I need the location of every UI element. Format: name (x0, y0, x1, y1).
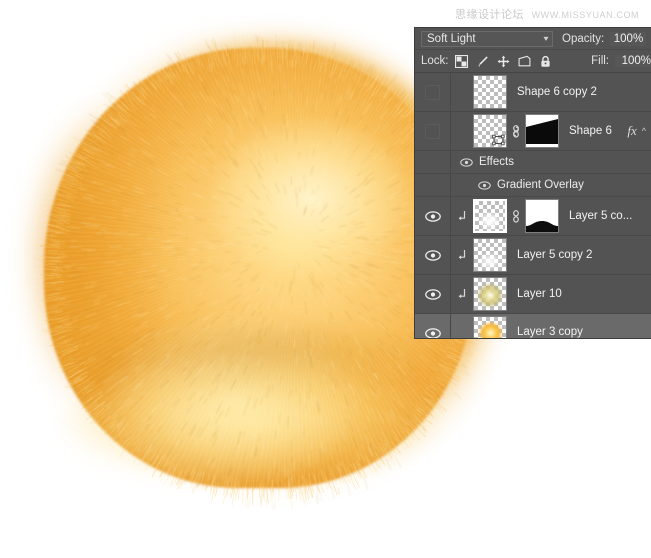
layer-thumbnail[interactable] (473, 199, 507, 233)
chevron-down-icon: ▾ (543, 34, 549, 43)
layer-row-layer-10[interactable]: Layer 10 (415, 275, 651, 314)
watermark-text: 思缘设计论坛 (455, 9, 524, 21)
chevron-up-icon[interactable]: ^ (642, 126, 646, 136)
eye-icon[interactable] (424, 249, 441, 261)
watermark: 思缘设计论坛 WWW.MISSYUAN.COM (455, 6, 639, 22)
effects-label[interactable]: Effects (479, 156, 514, 168)
eye-icon[interactable] (460, 157, 473, 167)
layer-fx-indicator[interactable]: fx ^ (627, 123, 651, 139)
layer-thumbnail[interactable] (473, 316, 507, 338)
clipping-arrow-icon (458, 289, 465, 299)
effects-eye-cell (415, 151, 451, 173)
blend-opacity-row: Soft Light ▾ Opacity: 100% (415, 28, 651, 50)
layer-thumbnail[interactable] (473, 75, 507, 109)
lock-fill-row: Lock: Fill: 100% (415, 50, 651, 73)
mask-link-icon[interactable] (510, 209, 522, 224)
clipping-mask-indicator (451, 249, 473, 261)
layer-name-layer-3-copy[interactable]: Layer 3 copy (517, 326, 583, 338)
layer-list[interactable]: Shape 6 copy 2 Shape 6 fx ^ Effects Grad… (415, 73, 651, 338)
layer-thumbnail[interactable] (473, 277, 507, 311)
layer-thumbnail[interactable] (473, 238, 507, 272)
fill-value[interactable]: 100% (615, 55, 651, 67)
opacity-label: Opacity: (562, 32, 605, 45)
visibility-toggle-layer-5-copy[interactable] (415, 197, 451, 235)
layer-name-layer-5-copy-2[interactable]: Layer 5 copy 2 (517, 249, 592, 261)
mask-gradient-preview (526, 115, 558, 147)
layer-mask-thumbnail[interactable] (525, 199, 559, 233)
watermark-url: WWW.MISSYUAN.COM (531, 10, 640, 20)
layer-name-layer-10[interactable]: Layer 10 (517, 288, 562, 300)
layer-name-shape-6[interactable]: Shape 6 (569, 125, 612, 137)
clipping-arrow-icon (458, 211, 465, 221)
mask-link-icon[interactable] (510, 124, 522, 139)
screenshot-canvas: 思缘设计论坛 WWW.MISSYUAN.COM Soft Light ▾ Opa… (0, 0, 651, 558)
thumbnail-content (474, 278, 506, 310)
visibility-toggle-shape-6-copy-2[interactable] (415, 73, 451, 111)
gradient-overlay-label[interactable]: Gradient Overlay (497, 179, 584, 191)
eye-icon[interactable] (424, 327, 441, 339)
clipping-mask-indicator (451, 288, 473, 300)
eye-hidden-icon (425, 123, 440, 139)
clipping-arrow-icon (458, 250, 465, 260)
thumbnail-content (475, 201, 505, 231)
position-lock-icon[interactable] (497, 55, 510, 68)
eye-icon[interactable] (424, 288, 441, 300)
layer-effect-gradient-overlay-row[interactable]: Gradient Overlay (415, 174, 651, 197)
layer-effects-group-row[interactable]: Effects (415, 151, 651, 174)
layer-row-shape-6-copy-2[interactable]: Shape 6 copy 2 (415, 73, 651, 112)
image-lock-icon[interactable] (476, 55, 489, 68)
blend-mode-select[interactable]: Soft Light ▾ (421, 30, 553, 47)
fx-icon[interactable]: fx (627, 123, 636, 139)
lock-all-icon[interactable] (539, 55, 552, 68)
visibility-toggle-layer-10[interactable] (415, 275, 451, 313)
lock-label: Lock: (421, 55, 449, 67)
gradient-overlay-eye-cell (415, 174, 451, 196)
mask-hill-preview (526, 200, 558, 232)
eye-icon[interactable] (424, 210, 441, 222)
artboard-lock-icon[interactable] (518, 55, 531, 68)
eye-hidden-icon (425, 84, 440, 100)
layer-name-shape-6-copy-2[interactable]: Shape 6 copy 2 (517, 86, 597, 98)
visibility-toggle-shape-6[interactable] (415, 112, 451, 150)
fill-label: Fill: (591, 55, 609, 67)
layer-name-layer-5-copy[interactable]: Layer 5 co... (569, 210, 632, 222)
visibility-toggle-layer-5-copy-2[interactable] (415, 236, 451, 274)
layer-mask-thumbnail[interactable] (525, 114, 559, 148)
transparency-lock-icon[interactable] (454, 54, 468, 68)
thumbnail-content (474, 317, 506, 338)
clipping-mask-indicator (451, 210, 473, 222)
layer-row-layer-5-copy-2[interactable]: Layer 5 copy 2 (415, 236, 651, 275)
layer-row-layer-3-copy[interactable]: Layer 3 copy (415, 314, 651, 338)
thumbnail-content (474, 239, 506, 271)
layer-thumbnail[interactable] (473, 114, 507, 148)
eye-icon[interactable] (478, 180, 491, 190)
opacity-value[interactable]: 100% (610, 31, 647, 46)
vector-shape-badge-icon (492, 134, 505, 146)
visibility-toggle-layer-3-copy[interactable] (415, 314, 451, 338)
layers-panel[interactable]: Soft Light ▾ Opacity: 100% Lock: Fill: 1… (415, 28, 651, 338)
layer-row-layer-5-copy[interactable]: Layer 5 co... (415, 197, 651, 236)
blend-mode-value: Soft Light (427, 32, 476, 45)
layer-row-shape-6[interactable]: Shape 6 fx ^ (415, 112, 651, 151)
lock-icon-group (454, 54, 552, 68)
